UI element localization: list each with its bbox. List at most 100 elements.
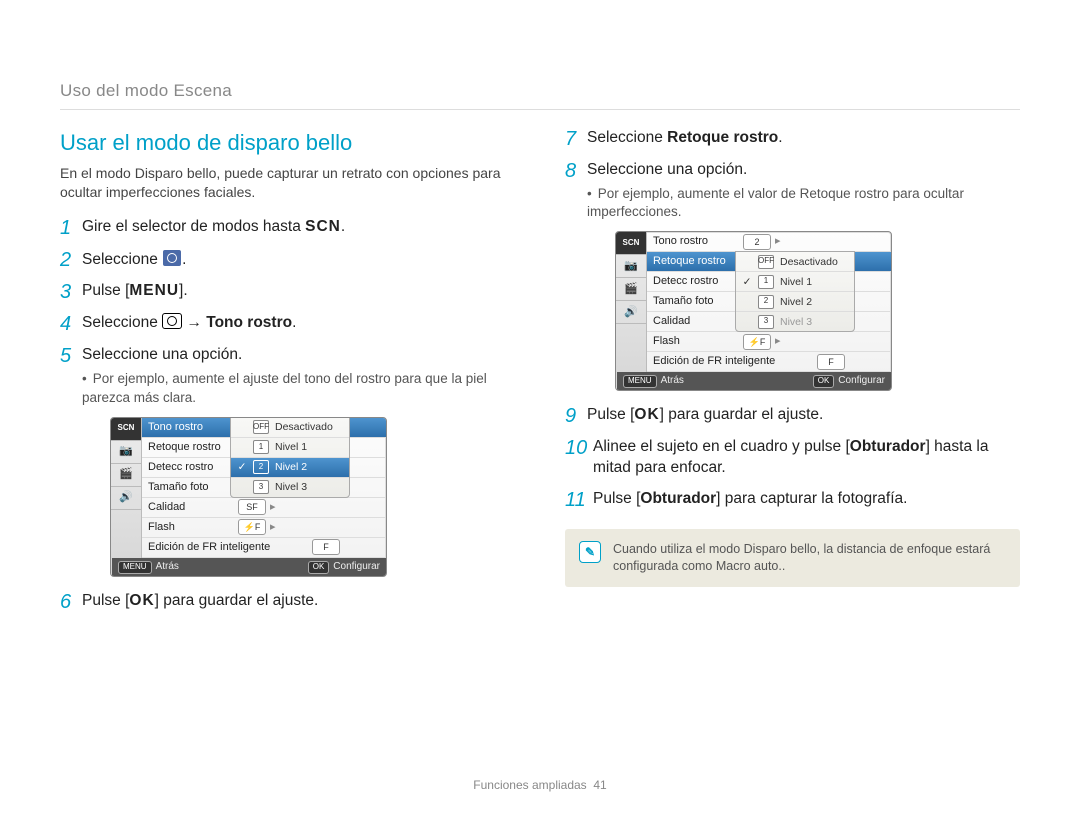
lcd-option-label: Desactivado bbox=[275, 420, 333, 434]
lcd-option-nivel3[interactable]: 3Nivel 3 bbox=[736, 312, 854, 331]
step-number: 5 bbox=[60, 345, 82, 367]
level-icon: 2 bbox=[253, 460, 269, 474]
lcd-option-label: Nivel 3 bbox=[275, 480, 307, 494]
lcd-option-off[interactable]: OFFDesactivado bbox=[231, 418, 349, 438]
level-icon: 3 bbox=[253, 480, 269, 494]
menu-key-icon: MENU bbox=[118, 561, 152, 574]
step-4: 4 Seleccione → Tono rostro. bbox=[60, 313, 515, 335]
left-column: Usar el modo de disparo bello En el modo… bbox=[60, 128, 515, 623]
step-subtext: Por ejemplo, aumente el valor de Retoque… bbox=[587, 186, 964, 219]
step-1: 1 Gire el selector de modos hasta SCN. bbox=[60, 217, 515, 239]
step-text: Pulse [ bbox=[593, 490, 640, 507]
step-subtext: Por ejemplo, aumente el ajuste del tono … bbox=[82, 371, 487, 404]
check-icon: ✓ bbox=[742, 275, 752, 289]
lcd-option-popup: OFFDesactivado ✓ 1 Nivel 1 2Nivel 2 3Nivel… bbox=[735, 251, 855, 332]
lcd-option-label: Nivel 1 bbox=[780, 275, 812, 289]
section-title: Usar el modo de disparo bello bbox=[60, 128, 515, 158]
lcd-row-efr[interactable]: Edición de FR inteligenteF bbox=[142, 538, 386, 558]
efr-value-icon: F bbox=[312, 539, 340, 555]
step-11: 11 Pulse [Obturador] para capturar la fo… bbox=[565, 489, 1020, 511]
retoque-rostro-label: Retoque rostro bbox=[667, 129, 778, 146]
step-9: 9 Pulse [OK] para guardar el ajuste. bbox=[565, 405, 1020, 427]
step-number: 4 bbox=[60, 313, 82, 335]
step-text: Seleccione bbox=[587, 129, 667, 146]
lcd-row-label: Detecc rostro bbox=[653, 274, 739, 289]
step-text-end: . bbox=[778, 129, 782, 146]
step-number: 9 bbox=[565, 405, 587, 427]
step-text: Alinee el sujeto en el cuadro y pulse [ bbox=[593, 438, 850, 455]
lcd-option-nivel3[interactable]: 3 Nivel 3 bbox=[231, 478, 349, 497]
lcd-tab-video[interactable]: 🎬 bbox=[616, 278, 646, 301]
footer-section: Funciones ampliadas bbox=[473, 778, 586, 792]
step-text: Seleccione bbox=[82, 251, 162, 268]
lcd-option-nivel2[interactable]: 2Nivel 2 bbox=[736, 292, 854, 312]
face-tone-value-icon: 2 bbox=[743, 234, 771, 250]
step-number: 6 bbox=[60, 591, 82, 613]
lcd-row-flash[interactable]: Flash⚡F▸ bbox=[142, 518, 386, 538]
camera-lcd-retoque-rostro: SCN 📷 🎬 🔊 Tono rostro2▸ Retoque rostro O… bbox=[615, 231, 892, 391]
step-6: 6 Pulse [OK] para guardar el ajuste. bbox=[60, 591, 515, 613]
level-icon: 1 bbox=[253, 440, 269, 454]
lcd-row-label: Tamaño foto bbox=[653, 294, 739, 309]
flash-value-icon: ⚡F bbox=[238, 519, 266, 535]
step-number: 1 bbox=[60, 217, 82, 239]
lcd-row-calidad[interactable]: CalidadSF▸ bbox=[142, 498, 386, 518]
info-note: ✎ Cuando utiliza el modo Disparo bello, … bbox=[565, 529, 1020, 587]
step-number: 2 bbox=[60, 249, 82, 271]
step-8: 8 Seleccione una opción. •Por ejemplo, a… bbox=[565, 160, 1020, 221]
level-icon: 2 bbox=[758, 295, 774, 309]
lcd-option-popup: OFFDesactivado 1Nivel 1 ✓2Nivel 2 3Nivel… bbox=[230, 417, 350, 498]
page-number: 41 bbox=[593, 778, 606, 792]
lcd-tab-video[interactable]: 🎬 bbox=[111, 464, 141, 487]
tono-rostro-label: Tono rostro bbox=[206, 314, 292, 331]
page-footer: Funciones ampliadas 41 bbox=[0, 777, 1080, 793]
lcd-tab-scn[interactable]: SCN bbox=[616, 232, 646, 255]
intro-text: En el modo Disparo bello, puede capturar… bbox=[60, 164, 515, 202]
lcd-tab-sound[interactable]: 🔊 bbox=[111, 487, 141, 510]
lcd-option-nivel1[interactable]: 1Nivel 1 bbox=[231, 438, 349, 458]
step-2: 2 Seleccione . bbox=[60, 249, 515, 271]
lcd-row-tono-rostro[interactable]: Tono rostro OFFDesactivado 1Nivel 1 ✓2Ni… bbox=[142, 418, 386, 438]
lcd-tab-scn[interactable]: SCN bbox=[111, 418, 141, 441]
lcd-footer: MENUAtrás OKConfigurar bbox=[112, 558, 386, 576]
flash-value-icon: ⚡F bbox=[743, 334, 771, 350]
step-text-end: ] para guardar el ajuste. bbox=[155, 592, 319, 609]
lcd-option-nivel2[interactable]: ✓2Nivel 2 bbox=[231, 458, 349, 478]
bullet-icon: • bbox=[82, 371, 87, 386]
lcd-option-label: Nivel 2 bbox=[275, 460, 307, 474]
lcd-option-label: Desactivado bbox=[780, 255, 838, 269]
ok-button-icon: OK bbox=[634, 406, 659, 423]
lcd-row-label: Flash bbox=[653, 334, 739, 349]
lcd-row-label: Tono rostro bbox=[148, 420, 234, 435]
lcd-set-label: Configurar bbox=[838, 375, 885, 386]
lcd-row-tono-rostro[interactable]: Tono rostro2▸ bbox=[647, 232, 891, 252]
lcd-back-label: Atrás bbox=[661, 375, 684, 386]
step-10: 10 Alinee el sujeto en el cuadro y pulse… bbox=[565, 437, 1020, 479]
lcd-option-nivel1[interactable]: ✓ 1 Nivel 1 bbox=[736, 272, 854, 292]
lcd-tab-camera[interactable]: 📷 bbox=[111, 441, 141, 464]
lcd-back-label: Atrás bbox=[156, 561, 179, 572]
menu-button-icon: MENU bbox=[129, 282, 179, 299]
menu-key-icon: MENU bbox=[623, 375, 657, 388]
step-text: Pulse [ bbox=[587, 406, 634, 423]
scn-icon: SCN bbox=[305, 218, 341, 235]
ok-key-icon: OK bbox=[813, 375, 835, 388]
level-icon: 1 bbox=[758, 275, 774, 289]
step-text-end: . bbox=[341, 218, 345, 235]
lcd-row-flash[interactable]: Flash⚡F▸ bbox=[647, 332, 891, 352]
lcd-row-label: Retoque rostro bbox=[653, 254, 739, 269]
efr-value-icon: F bbox=[817, 354, 845, 370]
lcd-tab-camera[interactable]: 📷 bbox=[616, 255, 646, 278]
lcd-tabs: SCN 📷 🎬 🔊 bbox=[111, 418, 142, 576]
lcd-tab-sound[interactable]: 🔊 bbox=[616, 301, 646, 324]
ok-key-icon: OK bbox=[308, 561, 330, 574]
step-7: 7 Seleccione Retoque rostro. bbox=[565, 128, 1020, 150]
lcd-footer: MENU Atrás OKConfigurar bbox=[617, 372, 891, 390]
lcd-row-efr[interactable]: Edición de FR inteligente F bbox=[647, 352, 891, 372]
camera-lcd-tono-rostro: SCN 📷 🎬 🔊 Tono rostro OFFDesactivado 1Ni… bbox=[110, 417, 387, 577]
lcd-option-off[interactable]: OFFDesactivado bbox=[736, 252, 854, 272]
lcd-row-label: Detecc rostro bbox=[148, 460, 234, 475]
lcd-row-retoque[interactable]: Retoque rostro OFFDesactivado ✓1Nivel 1 … bbox=[647, 252, 891, 272]
lcd-row-label: Edición de FR inteligente bbox=[653, 354, 813, 369]
step-3: 3 Pulse [MENU]. bbox=[60, 281, 515, 303]
